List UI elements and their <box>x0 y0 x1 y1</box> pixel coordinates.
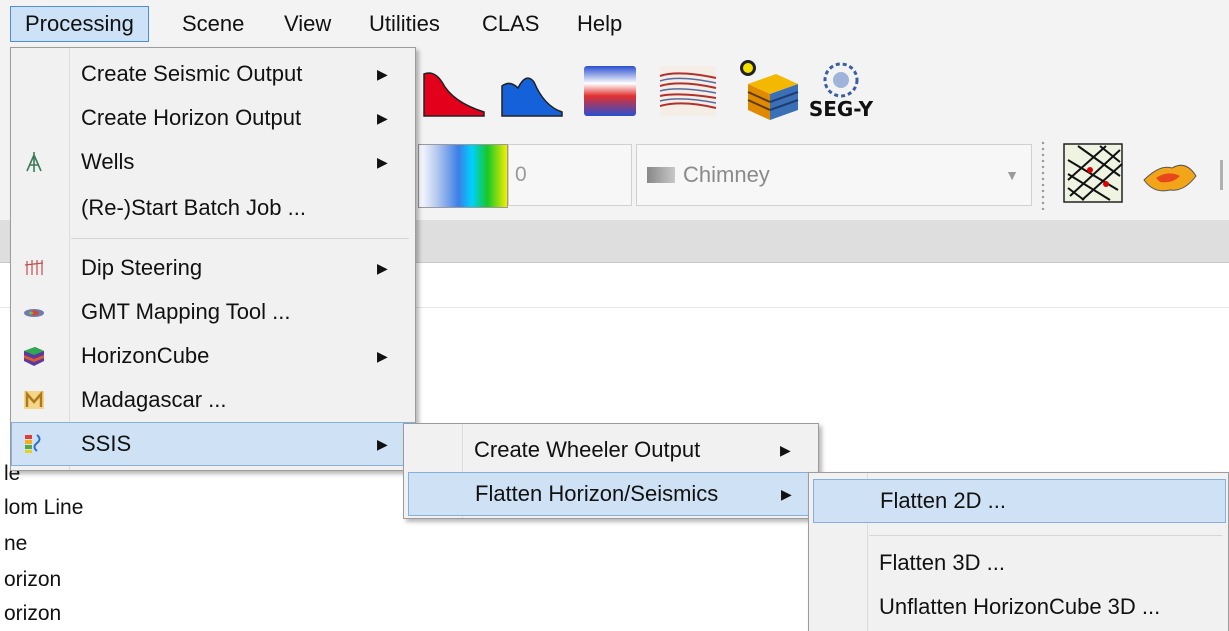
toolbar-overflow <box>1220 160 1223 190</box>
menu-item-wells[interactable]: Wells ▶ <box>11 140 415 184</box>
menu-separator <box>71 238 409 239</box>
survey-cube-icon[interactable] <box>734 58 804 124</box>
submenu-arrow-icon: ▶ <box>377 154 388 170</box>
processing-menu: Create Seismic Output ▶ Create Horizon O… <box>10 47 416 471</box>
menu-item-label: Dip Steering <box>81 255 203 280</box>
menu-item-create-wheeler-output[interactable]: Create Wheeler Output ▶ <box>404 428 818 472</box>
menu-item-label: SSIS <box>81 431 132 456</box>
menu-item-label: GMT Mapping Tool ... <box>81 299 291 324</box>
color-table-icon[interactable] <box>580 60 640 120</box>
menu-item-label: Create Wheeler Output <box>474 437 701 462</box>
horizoncube-icon <box>24 347 44 366</box>
submenu-arrow-icon: ▶ <box>781 486 792 502</box>
basemap-icon[interactable] <box>1060 140 1126 206</box>
menu-item-gmt-mapping-tool[interactable]: GMT Mapping Tool ... <box>11 290 415 334</box>
submenu-arrow-icon: ▶ <box>377 260 388 276</box>
submenu-arrow-icon: ▶ <box>377 348 388 364</box>
seismic-section-icon[interactable] <box>658 62 720 120</box>
submenu-arrow-icon: ▶ <box>377 110 388 126</box>
menu-view[interactable]: View <box>270 6 345 42</box>
attribute-combo[interactable]: Chimney ▼ <box>636 144 1032 206</box>
menu-item-label: Unflatten HorizonCube 3D ... <box>879 594 1161 619</box>
menu-item-label: Madagascar ... <box>81 387 227 412</box>
menu-item-label: Flatten 3D ... <box>879 550 1005 575</box>
menu-item-label: Flatten Horizon/Seismics <box>475 481 719 506</box>
menu-item-label: Create Seismic Output <box>81 61 303 86</box>
segy-icon[interactable]: SEG-Y <box>808 60 874 126</box>
value-field[interactable]: 0 <box>508 144 632 206</box>
ssis-icon <box>25 434 41 453</box>
menu-item-horizoncube[interactable]: HorizonCube ▶ <box>11 334 415 378</box>
gmt-icon <box>24 309 44 317</box>
menu-item-create-seismic-output[interactable]: Create Seismic Output ▶ <box>11 52 415 96</box>
menu-item-create-horizon-output[interactable]: Create Horizon Output ▶ <box>11 96 415 140</box>
tree-item[interactable]: orizon <box>4 568 61 592</box>
menu-item-start-batch-job[interactable]: (Re-)Start Batch Job ... <box>11 186 415 230</box>
tree-item[interactable]: ne <box>4 532 27 556</box>
submenu-arrow-icon: ▶ <box>377 66 388 82</box>
flatten-submenu: Flatten 2D ... Flatten 3D ... Unflatten … <box>808 472 1229 631</box>
menu-item-dip-steering[interactable]: Dip Steering ▶ <box>11 246 415 290</box>
menu-scene[interactable]: Scene <box>168 6 258 42</box>
menu-processing[interactable]: Processing <box>10 6 149 42</box>
segy-label: SEG-Y <box>809 97 874 121</box>
ssis-submenu: Create Wheeler Output ▶ Flatten Horizon/… <box>403 423 819 519</box>
menu-item-madagascar[interactable]: Madagascar ... <box>11 378 415 422</box>
attribute-combo-value: Chimney <box>683 162 770 187</box>
red-histogram-icon[interactable] <box>420 62 490 120</box>
well-icon <box>26 152 42 172</box>
menu-item-flatten-3d[interactable]: Flatten 3D ... <box>809 541 1228 585</box>
horizon-surface-icon[interactable] <box>1140 150 1200 200</box>
menu-item-flatten-horizon-seismics[interactable]: Flatten Horizon/Seismics ▶ <box>408 472 814 516</box>
menu-item-label: Wells <box>81 149 135 174</box>
menu-item-label: Flatten 2D ... <box>880 488 1006 513</box>
color-bar[interactable] <box>418 144 508 208</box>
blue-histogram-icon[interactable] <box>498 62 568 120</box>
tree-item[interactable]: lom Line <box>4 496 83 520</box>
menu-help[interactable]: Help <box>563 6 636 42</box>
menu-bar: Processing Scene View Utilities CLAS Hel… <box>0 0 1229 49</box>
tree-item[interactable]: orizon <box>4 602 61 626</box>
dip-steering-icon <box>24 260 44 275</box>
menu-utilities[interactable]: Utilities <box>355 6 454 42</box>
madagascar-icon <box>24 390 44 409</box>
toolbar-grip[interactable] <box>1040 140 1046 210</box>
menu-item-label: (Re-)Start Batch Job ... <box>81 195 306 220</box>
chevron-down-icon: ▼ <box>1005 167 1019 183</box>
submenu-arrow-icon: ▶ <box>377 436 388 452</box>
menu-separator <box>869 535 1222 536</box>
menu-clas[interactable]: CLAS <box>468 6 553 42</box>
color-swatch <box>647 167 675 183</box>
menu-item-unflatten-horizoncube-3d[interactable]: Unflatten HorizonCube 3D ... <box>809 585 1228 629</box>
menu-item-ssis[interactable]: SSIS ▶ <box>11 422 415 466</box>
menu-item-label: Create Horizon Output <box>81 105 302 130</box>
submenu-arrow-icon: ▶ <box>780 442 791 458</box>
menu-item-flatten-2d[interactable]: Flatten 2D ... <box>813 479 1226 523</box>
menu-item-label: HorizonCube <box>81 343 210 368</box>
